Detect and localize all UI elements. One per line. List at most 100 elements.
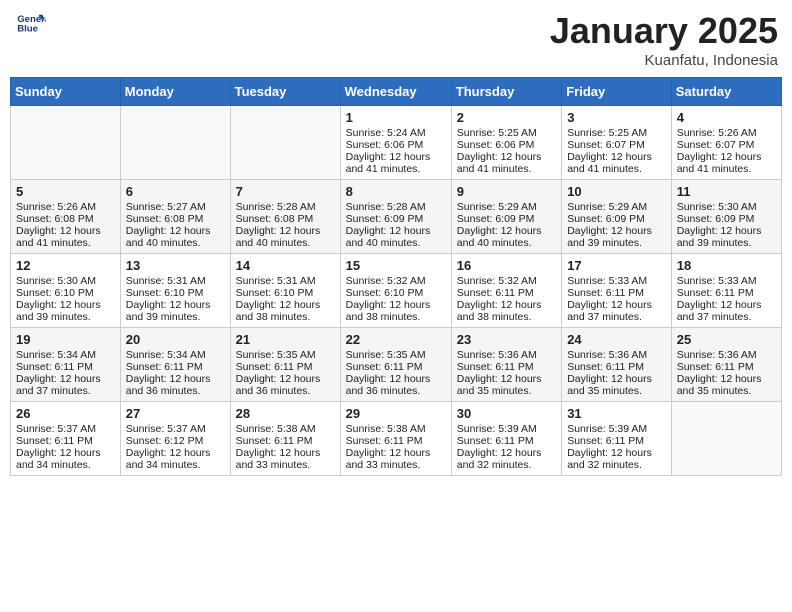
day-info-line: Sunset: 6:09 PM <box>457 213 556 225</box>
day-info-line: Sunrise: 5:25 AM <box>457 127 556 139</box>
calendar-row-2: 12Sunrise: 5:30 AMSunset: 6:10 PMDayligh… <box>11 254 782 328</box>
day-info-line: Daylight: 12 hours <box>346 151 446 163</box>
day-number: 9 <box>457 184 556 199</box>
day-number: 20 <box>126 332 225 347</box>
calendar-cell: 16Sunrise: 5:32 AMSunset: 6:11 PMDayligh… <box>451 254 561 328</box>
calendar-cell: 5Sunrise: 5:26 AMSunset: 6:08 PMDaylight… <box>11 180 121 254</box>
day-info-line: and 41 minutes. <box>567 163 666 175</box>
calendar-cell: 21Sunrise: 5:35 AMSunset: 6:11 PMDayligh… <box>230 328 340 402</box>
day-info-line: and 39 minutes. <box>126 311 225 323</box>
day-info-line: Sunset: 6:07 PM <box>677 139 776 151</box>
weekday-header-monday: Monday <box>120 78 230 106</box>
day-info-line: Daylight: 12 hours <box>457 373 556 385</box>
calendar-cell: 10Sunrise: 5:29 AMSunset: 6:09 PMDayligh… <box>562 180 672 254</box>
day-info-line: and 41 minutes. <box>677 163 776 175</box>
day-number: 28 <box>236 406 335 421</box>
day-info-line: Daylight: 12 hours <box>346 225 446 237</box>
day-info-line: Daylight: 12 hours <box>16 373 115 385</box>
weekday-header-sunday: Sunday <box>11 78 121 106</box>
day-number: 26 <box>16 406 115 421</box>
day-info-line: Daylight: 12 hours <box>567 225 666 237</box>
day-info-line: and 32 minutes. <box>567 459 666 471</box>
day-info-line: and 37 minutes. <box>567 311 666 323</box>
day-info-line: Daylight: 12 hours <box>677 225 776 237</box>
day-info-line: Daylight: 12 hours <box>457 299 556 311</box>
day-info-line: Sunset: 6:11 PM <box>16 435 115 447</box>
day-info-line: and 38 minutes. <box>457 311 556 323</box>
calendar-cell: 22Sunrise: 5:35 AMSunset: 6:11 PMDayligh… <box>340 328 451 402</box>
day-number: 1 <box>346 110 446 125</box>
day-number: 16 <box>457 258 556 273</box>
day-info-line: Sunrise: 5:39 AM <box>567 423 666 435</box>
day-info-line: Sunrise: 5:25 AM <box>567 127 666 139</box>
day-info-line: Sunrise: 5:24 AM <box>346 127 446 139</box>
calendar-cell: 18Sunrise: 5:33 AMSunset: 6:11 PMDayligh… <box>671 254 781 328</box>
day-number: 2 <box>457 110 556 125</box>
day-info-line: Sunset: 6:11 PM <box>236 361 335 373</box>
day-number: 6 <box>126 184 225 199</box>
day-info-line: Daylight: 12 hours <box>346 299 446 311</box>
day-info-line: Sunrise: 5:29 AM <box>457 201 556 213</box>
day-info-line: Sunrise: 5:31 AM <box>236 275 335 287</box>
day-info-line: Sunset: 6:08 PM <box>16 213 115 225</box>
day-info-line: Sunset: 6:09 PM <box>567 213 666 225</box>
calendar-cell: 28Sunrise: 5:38 AMSunset: 6:11 PMDayligh… <box>230 402 340 476</box>
day-info-line: Sunrise: 5:37 AM <box>126 423 225 435</box>
day-info-line: Sunrise: 5:30 AM <box>16 275 115 287</box>
day-info-line: and 40 minutes. <box>236 237 335 249</box>
day-number: 17 <box>567 258 666 273</box>
page-header: General Blue January 2025 Kuanfatu, Indo… <box>10 10 782 69</box>
day-info-line: Daylight: 12 hours <box>457 151 556 163</box>
calendar-cell <box>230 106 340 180</box>
weekday-header-row: SundayMondayTuesdayWednesdayThursdayFrid… <box>11 78 782 106</box>
calendar-cell: 4Sunrise: 5:26 AMSunset: 6:07 PMDaylight… <box>671 106 781 180</box>
day-info-line: Sunset: 6:11 PM <box>236 435 335 447</box>
day-info-line: Daylight: 12 hours <box>677 373 776 385</box>
day-info-line: Sunrise: 5:32 AM <box>346 275 446 287</box>
calendar-row-1: 5Sunrise: 5:26 AMSunset: 6:08 PMDaylight… <box>11 180 782 254</box>
day-info-line: Sunset: 6:08 PM <box>126 213 225 225</box>
day-info-line: Sunset: 6:10 PM <box>236 287 335 299</box>
calendar-cell: 2 Sunrise: 5:25 AMSunset: 6:06 PMDaylight… <box>451 106 561 180</box>
day-info-line: Daylight: 12 hours <box>677 151 776 163</box>
day-number: 24 <box>567 332 666 347</box>
day-info-line: Daylight: 12 hours <box>126 299 225 311</box>
day-info-line: Sunset: 6:11 PM <box>457 435 556 447</box>
weekday-header-thursday: Thursday <box>451 78 561 106</box>
calendar-cell: 25Sunrise: 5:36 AMSunset: 6:11 PMDayligh… <box>671 328 781 402</box>
day-info-line: Sunrise: 5:36 AM <box>457 349 556 361</box>
day-info-line: and 39 minutes. <box>16 311 115 323</box>
day-number: 22 <box>346 332 446 347</box>
day-info-line: Daylight: 12 hours <box>126 373 225 385</box>
calendar-cell: 1 Sunrise: 5:24 AMSunset: 6:06 PMDaylight… <box>340 106 451 180</box>
day-info-line: and 35 minutes. <box>677 385 776 397</box>
calendar-cell: 26Sunrise: 5:37 AMSunset: 6:11 PMDayligh… <box>11 402 121 476</box>
day-info-line: Sunset: 6:07 PM <box>567 139 666 151</box>
calendar-cell: 13Sunrise: 5:31 AMSunset: 6:10 PMDayligh… <box>120 254 230 328</box>
day-info-line: Sunrise: 5:34 AM <box>16 349 115 361</box>
day-number: 10 <box>567 184 666 199</box>
day-info-line: Sunset: 6:11 PM <box>16 361 115 373</box>
day-info-line: Daylight: 12 hours <box>567 151 666 163</box>
day-info-line: Daylight: 12 hours <box>567 299 666 311</box>
weekday-header-tuesday: Tuesday <box>230 78 340 106</box>
day-info-line: Daylight: 12 hours <box>16 225 115 237</box>
day-number: 5 <box>16 184 115 199</box>
calendar-cell: 27Sunrise: 5:37 AMSunset: 6:12 PMDayligh… <box>120 402 230 476</box>
day-info-line: Sunrise: 5:27 AM <box>126 201 225 213</box>
day-info-line: Sunrise: 5:37 AM <box>16 423 115 435</box>
day-info-line: and 40 minutes. <box>126 237 225 249</box>
day-info-line: Sunset: 6:06 PM <box>457 139 556 151</box>
month-title: January 2025 <box>550 10 778 52</box>
day-number: 13 <box>126 258 225 273</box>
day-info-line: Sunset: 6:10 PM <box>346 287 446 299</box>
day-info-line: Daylight: 12 hours <box>236 299 335 311</box>
day-number: 12 <box>16 258 115 273</box>
day-number: 23 <box>457 332 556 347</box>
day-info-line: and 36 minutes. <box>236 385 335 397</box>
day-info-line: Sunset: 6:11 PM <box>567 361 666 373</box>
day-info-line: Sunrise: 5:35 AM <box>236 349 335 361</box>
calendar-cell <box>120 106 230 180</box>
day-info-line: and 37 minutes. <box>677 311 776 323</box>
day-info-line: Sunset: 6:06 PM <box>346 139 446 151</box>
